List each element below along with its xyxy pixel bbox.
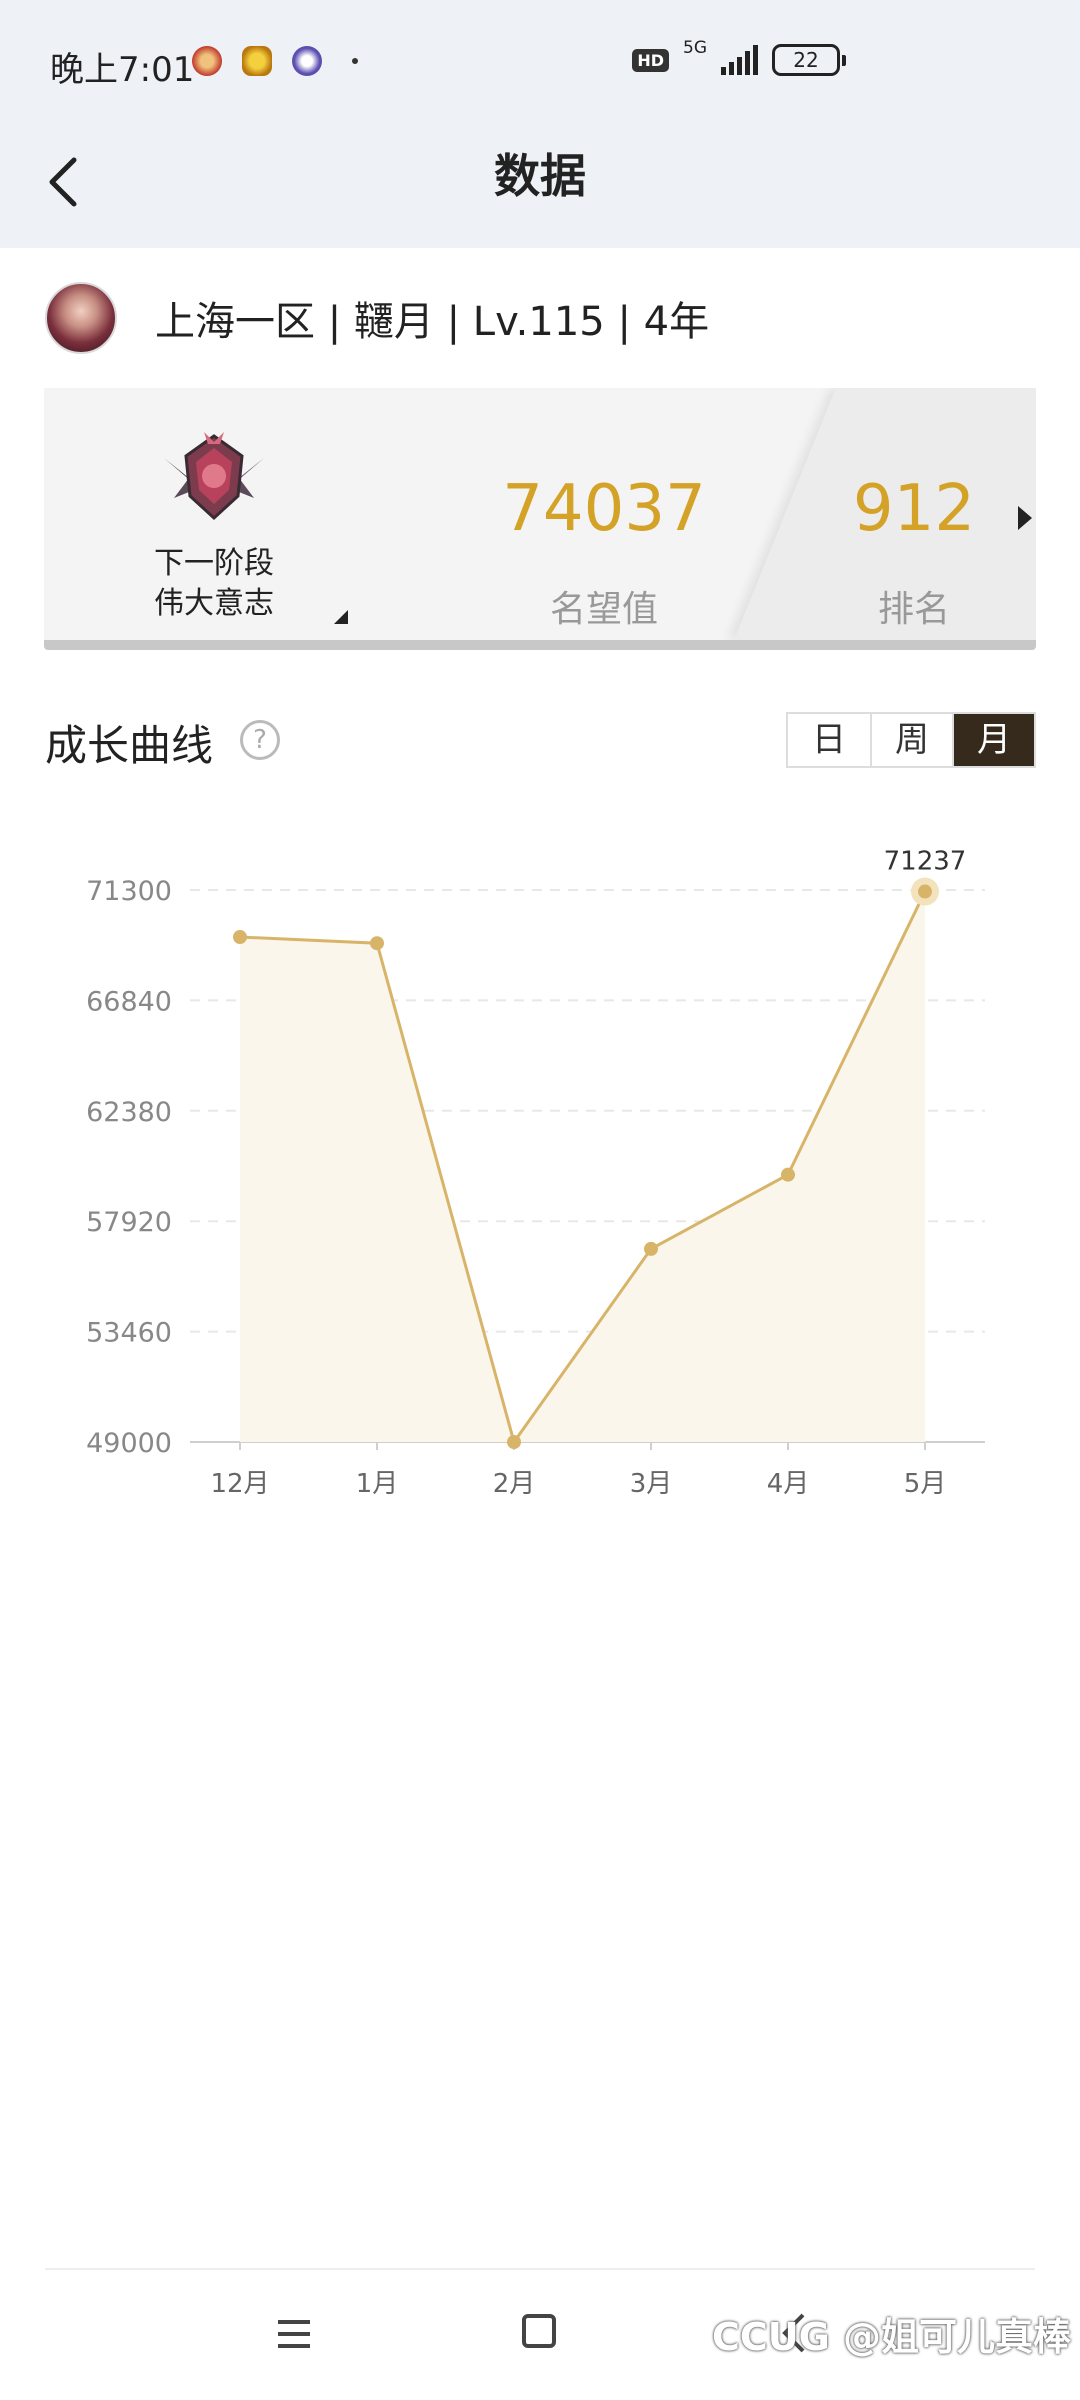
title-bar: 数据 — [0, 130, 1080, 248]
bottom-divider — [45, 2268, 1035, 2270]
x-tick-label: 2月 — [493, 1469, 536, 1499]
growth-line-chart: 71300 66840 62380 57920 53460 49000 12月 1月 2月 3月 4… — [86, 847, 985, 1499]
x-tick-label: 4月 — [767, 1469, 810, 1499]
highlight-value-label: 71237 — [884, 847, 967, 877]
x-tick-label: 5月 — [904, 1469, 947, 1499]
x-tick-label: 1月 — [356, 1469, 399, 1499]
tab-day[interactable]: 日 — [788, 714, 870, 766]
reputation-value: 74037 — [502, 472, 706, 546]
hd-icon: HD — [632, 48, 669, 72]
chevron-right-icon[interactable] — [1012, 498, 1036, 538]
trophy-icon — [242, 46, 272, 76]
rank-label: 排名 — [877, 589, 950, 630]
period-segmented-control: 日 周 月 — [786, 712, 1036, 768]
y-tick-label: 57920 — [86, 1207, 172, 1238]
summary-card[interactable]: 下一阶段 伟大意志 74037 名望值 912 排名 — [44, 388, 1036, 640]
y-tick-label: 62380 — [86, 1097, 172, 1128]
y-tick-label: 53460 — [86, 1318, 172, 1349]
data-point — [370, 936, 384, 951]
x-tick-label: 12月 — [210, 1469, 269, 1499]
data-point — [918, 884, 932, 899]
rank-value: 912 — [852, 472, 976, 546]
watermark: CCUG @姐可儿真棒 — [712, 2315, 1072, 2359]
tab-month[interactable]: 月 — [952, 714, 1034, 766]
badge-app-icon — [292, 46, 322, 76]
next-stage-name[interactable]: 伟大意志 — [104, 578, 324, 622]
area-fill — [240, 891, 925, 1442]
y-tick-label: 49000 — [86, 1428, 172, 1459]
home-icon[interactable] — [522, 2314, 556, 2348]
data-point — [781, 1167, 795, 1182]
data-point — [644, 1241, 658, 1256]
stage-dropdown-caret-icon[interactable] — [334, 610, 348, 624]
avatar — [45, 282, 117, 354]
y-tick-label: 71300 — [86, 876, 172, 907]
network-type: 5G — [683, 37, 707, 58]
x-tick-label: 3月 — [630, 1469, 673, 1499]
status-bar: 晚上7:01 HD 5G 22 — [0, 0, 1080, 130]
profile-info: 上海一区 | 韆月 | Lv.115 | 4年 — [155, 299, 710, 345]
next-stage-label: 下一阶段 — [154, 546, 274, 581]
data-point — [233, 930, 247, 945]
game-app-icon — [192, 46, 222, 76]
battery-icon: 22 — [772, 44, 846, 76]
battery-level: 22 — [793, 48, 819, 72]
menu-icon[interactable] — [272, 2312, 316, 2356]
page-title: 数据 — [494, 149, 586, 203]
growth-curve-title: 成长曲线 — [45, 721, 214, 770]
y-tick-label: 66840 — [86, 986, 172, 1017]
tab-week[interactable]: 周 — [870, 714, 952, 766]
status-right-icons: HD 5G 22 — [632, 39, 846, 76]
status-notification-icons — [192, 46, 358, 76]
status-time: 晚上7:01 — [50, 50, 195, 90]
signal-icon — [721, 45, 758, 75]
help-icon[interactable]: ? — [240, 720, 280, 760]
reputation-label: 名望值 — [549, 589, 658, 630]
card-bottom-strip — [44, 640, 1036, 650]
data-point — [507, 1435, 521, 1449]
more-notifications-dot-icon — [352, 58, 358, 64]
profile-row: 上海一区 | 韆月 | Lv.115 | 4年 — [45, 278, 709, 358]
rank-emblem-icon — [164, 432, 264, 521]
